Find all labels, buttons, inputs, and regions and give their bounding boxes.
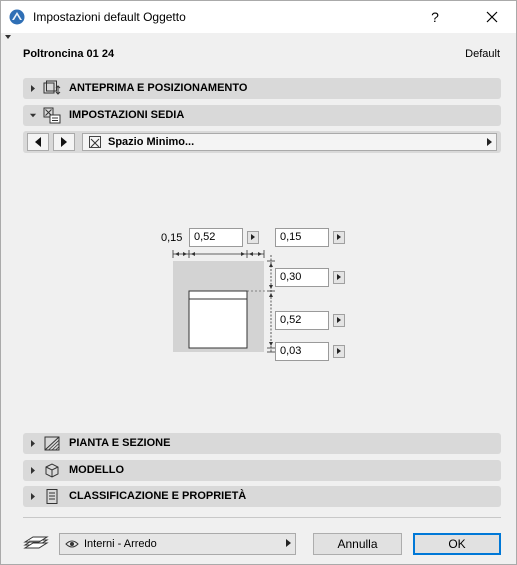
dialog-window: Impostazioni default Oggetto ? Poltronci… [0, 0, 517, 565]
window-title: Impostazioni default Oggetto [33, 10, 186, 24]
seat-depth-stepper[interactable] [333, 314, 345, 327]
front-clearance-field[interactable]: 0,03 [275, 342, 329, 361]
back-clearance-stepper[interactable] [333, 271, 345, 284]
chair-width-stepper[interactable] [247, 231, 259, 244]
arrow-right-icon [61, 137, 67, 147]
panel-label-classification: CLASSIFICAZIONE E PROPRIETÀ [69, 490, 247, 502]
right-clearance-stepper[interactable] [333, 231, 345, 244]
chevron-right-icon [286, 539, 291, 547]
title-bar: Impostazioni default Oggetto ? [1, 1, 516, 33]
page-navigator: Spazio Minimo... [23, 131, 501, 153]
settings-menu-arrow-icon[interactable] [5, 35, 11, 39]
chevron-right-icon [487, 138, 492, 146]
chevron-right-icon [31, 467, 35, 474]
panel-label-preview: ANTEPRIMA E POSIZIONAMENTO [69, 82, 248, 94]
chair-width-field[interactable]: 0,52 [189, 228, 243, 247]
page-x-icon [89, 136, 101, 148]
panel-label-model: MODELLO [69, 464, 124, 476]
footer-divider [23, 517, 501, 518]
chair-settings-icon [43, 107, 61, 124]
chair-clearance-diagram [172, 250, 275, 353]
help-button[interactable]: ? [424, 6, 446, 28]
chevron-right-icon [31, 493, 35, 500]
default-label: Default [465, 48, 500, 60]
chevron-right-icon [31, 85, 35, 92]
panel-header-classification[interactable]: CLASSIFICAZIONE E PROPRIETÀ [23, 486, 501, 507]
chevron-right-icon [31, 440, 35, 447]
layer-select[interactable]: Interni - Arredo [59, 533, 296, 555]
seat-depth-field[interactable]: 0,52 [275, 311, 329, 330]
cancel-button[interactable]: Annulla [313, 533, 402, 555]
chair-seat-shape [188, 290, 248, 349]
page-select[interactable]: Spazio Minimo... [82, 133, 497, 151]
left-clearance-value: 0,15 [161, 232, 183, 244]
back-clearance-field[interactable]: 0,30 [275, 268, 329, 287]
panel-header-plan-section[interactable]: PIANTA E SEZIONE [23, 433, 501, 454]
preview-position-icon [43, 80, 61, 95]
archicad-app-icon [9, 9, 25, 25]
arrow-left-icon [35, 137, 41, 147]
close-icon[interactable] [477, 4, 507, 30]
panel-label-chair-settings: IMPOSTAZIONI SEDIA [69, 109, 185, 121]
layer-stack-icon [23, 536, 49, 549]
document-list-icon [46, 489, 58, 504]
layer-select-value: Interni - Arredo [84, 538, 157, 550]
model-cube-icon [45, 463, 59, 478]
front-clearance-stepper[interactable] [333, 345, 345, 358]
object-name: Poltroncina 01 24 [23, 48, 115, 60]
next-page-button[interactable] [53, 133, 75, 151]
right-clearance-field[interactable]: 0,15 [275, 228, 329, 247]
panel-header-model[interactable]: MODELLO [23, 460, 501, 481]
panel-header-preview[interactable]: ANTEPRIMA E POSIZIONAMENTO [23, 78, 501, 99]
previous-page-button[interactable] [27, 133, 49, 151]
panel-label-plan-section: PIANTA E SEZIONE [69, 437, 171, 449]
page-select-value: Spazio Minimo... [108, 136, 195, 148]
plan-section-icon [44, 436, 60, 451]
eye-icon [65, 540, 79, 548]
chevron-down-icon [29, 113, 37, 118]
panel-header-chair-settings[interactable]: IMPOSTAZIONI SEDIA [23, 105, 501, 126]
ok-button[interactable]: OK [413, 533, 501, 555]
